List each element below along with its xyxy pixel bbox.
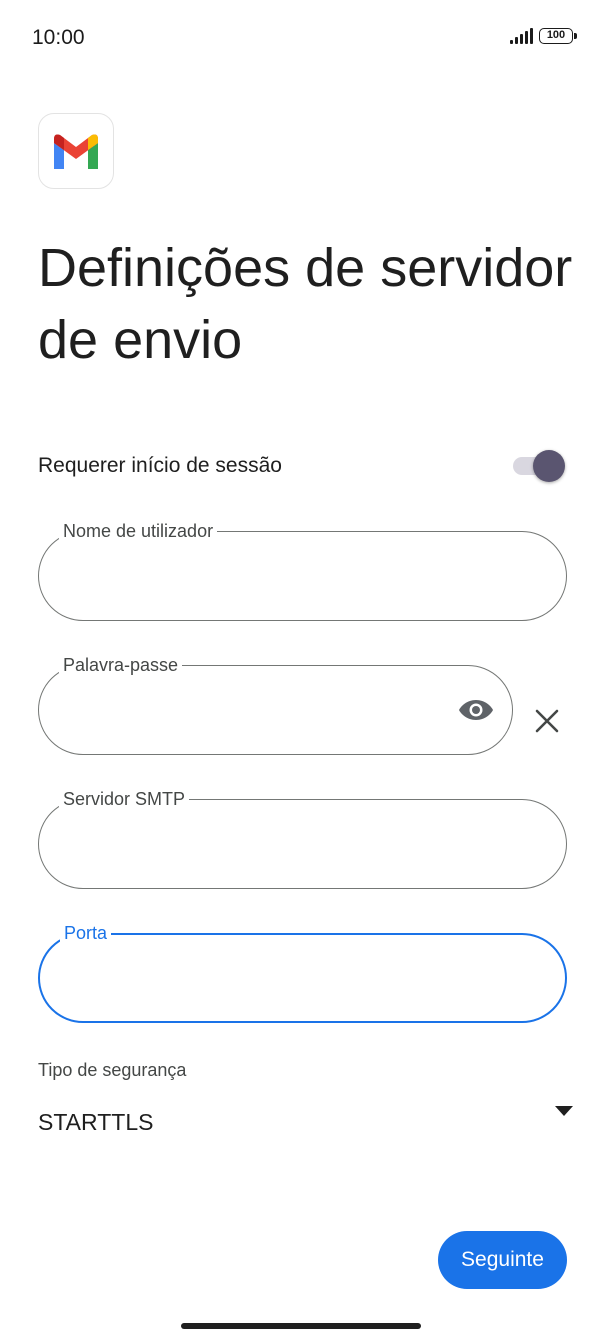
require-signin-row: Requerer início de sessão: [38, 448, 565, 484]
signal-icon: [510, 28, 533, 44]
password-field[interactable]: Palavra-passe: [38, 654, 513, 755]
password-input[interactable]: [65, 694, 448, 728]
username-label: Nome de utilizador: [59, 520, 218, 542]
require-signin-label: Requerer início de sessão: [38, 454, 282, 477]
password-label: Palavra-passe: [59, 654, 183, 676]
port-input[interactable]: [66, 963, 539, 997]
username-input[interactable]: [65, 560, 540, 594]
battery-icon: 100: [539, 28, 577, 44]
status-time: 10:00: [32, 26, 85, 49]
home-indicator[interactable]: [181, 1323, 421, 1329]
battery-level: 100: [546, 29, 566, 41]
page-title: Definições de servidor de envio: [38, 238, 573, 370]
security-type-label: Tipo de segurança: [38, 1060, 187, 1080]
smtp-server-input[interactable]: [65, 828, 540, 862]
port-field[interactable]: Porta: [38, 922, 567, 1023]
security-type-select[interactable]: STARTTLS: [38, 1100, 573, 1144]
security-type-value: STARTTLS: [38, 1108, 154, 1135]
status-icons: 100: [510, 28, 577, 44]
username-field[interactable]: Nome de utilizador: [38, 520, 567, 621]
toggle-thumb: [533, 450, 565, 482]
gmail-logo-icon: [38, 113, 114, 189]
smtp-server-field[interactable]: Servidor SMTP: [38, 788, 567, 889]
dropdown-arrow-icon: [555, 1106, 573, 1116]
status-bar: 10:00 100: [0, 0, 605, 78]
close-icon[interactable]: [530, 704, 564, 738]
smtp-server-label: Servidor SMTP: [59, 788, 190, 810]
eye-icon[interactable]: [458, 694, 494, 726]
port-label: Porta: [60, 922, 112, 944]
next-button[interactable]: Seguinte: [438, 1231, 567, 1289]
require-signin-toggle[interactable]: [511, 450, 565, 482]
